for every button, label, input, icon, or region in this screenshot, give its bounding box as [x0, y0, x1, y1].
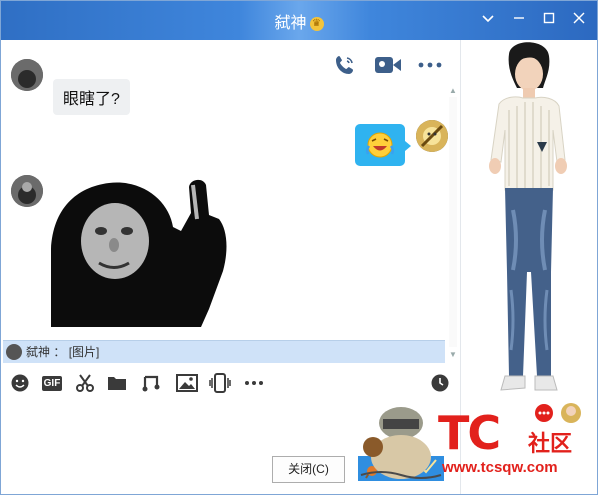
- scissors-icon[interactable]: [73, 371, 97, 395]
- input-toolbar: GIF: [1, 369, 459, 397]
- scrollbar[interactable]: [449, 97, 457, 347]
- shake-icon[interactable]: [208, 371, 232, 395]
- watermark-cartoon-image: [360, 407, 442, 479]
- meme-middle-finger-image[interactable]: [51, 179, 229, 327]
- bubble-tail: [405, 141, 411, 151]
- new-message-notice[interactable]: 弑神 ： [图片]: [3, 340, 445, 363]
- gif-label: GIF: [41, 375, 63, 391]
- chevron-down-icon[interactable]: [477, 9, 499, 31]
- close-icon[interactable]: [568, 9, 590, 31]
- close-button[interactable]: 关闭(C): [272, 456, 345, 483]
- folder-icon[interactable]: [105, 371, 129, 395]
- watermark-url: www.tcsqw.com: [442, 459, 558, 476]
- message-list[interactable]: 眼瞎了?: [1, 59, 448, 341]
- notice-separator: ：: [53, 345, 66, 359]
- crown-icon: ♛: [309, 17, 324, 31]
- music-icon[interactable]: [139, 371, 163, 395]
- minimize-icon[interactable]: [508, 9, 530, 31]
- message-text: 眼瞎了?: [63, 91, 120, 108]
- gif-icon[interactable]: GIF: [39, 371, 65, 395]
- avatar[interactable]: [11, 59, 43, 91]
- scroll-down-arrow[interactable]: ▼: [448, 350, 458, 360]
- contact-name: 弑神: [274, 15, 307, 32]
- title-bar[interactable]: 弑神 ♛: [1, 1, 597, 40]
- notice-content: [图片]: [68, 345, 100, 359]
- notice-sender: 弑神: [26, 345, 51, 359]
- watermark-logo: TC: [438, 406, 501, 460]
- avatar[interactable]: [416, 120, 448, 152]
- emoji-icon[interactable]: [8, 371, 32, 395]
- message-bubble[interactable]: [355, 124, 405, 166]
- maximize-icon[interactable]: [538, 9, 560, 31]
- avatar[interactable]: [11, 175, 43, 207]
- scroll-up-arrow[interactable]: ▲: [448, 86, 458, 96]
- chat-window: 弑神 ♛ 眼瞎了? ▲ ▼ 弑神 ： [图片] GIF 关闭(C) TC 社区 …: [0, 0, 598, 495]
- laughing-crying-emoji-icon: [365, 132, 395, 158]
- more-icon[interactable]: [242, 371, 266, 395]
- watermark-badge-icons: [535, 403, 581, 423]
- avatar: [6, 344, 22, 360]
- message-bubble[interactable]: 眼瞎了?: [53, 79, 130, 115]
- watermark-community: 社区: [528, 431, 573, 456]
- history-clock-icon[interactable]: [428, 371, 452, 395]
- image-icon[interactable]: [175, 371, 199, 395]
